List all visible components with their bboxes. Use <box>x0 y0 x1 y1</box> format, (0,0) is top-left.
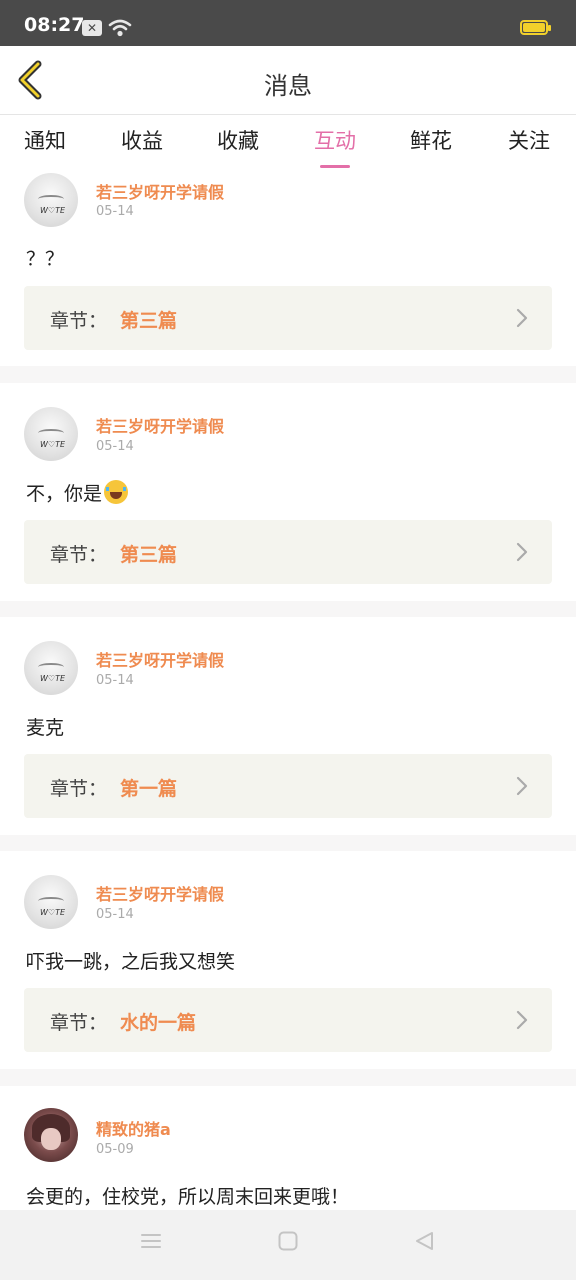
battery-icon <box>520 20 551 35</box>
tab-notifications[interactable]: 通知 <box>24 125 66 155</box>
chapter-title: 第三篇 <box>120 544 178 566</box>
username[interactable]: 若三岁呀开学请假 <box>96 647 224 671</box>
message-date: 05-14 <box>96 204 134 219</box>
chapter-link[interactable]: 章节： 水的一篇 <box>24 988 552 1052</box>
chapter-label: 章节： <box>50 778 108 800</box>
chapter-label: 章节： <box>50 1012 108 1034</box>
chapter-title: 第三篇 <box>120 310 178 332</box>
app-header: 消息 <box>0 46 576 115</box>
system-navigation-bar <box>0 1210 576 1280</box>
chapter-title: 水的一篇 <box>120 1012 197 1034</box>
username[interactable]: 若三岁呀开学请假 <box>96 881 224 905</box>
message-content: ？？ <box>26 248 65 270</box>
status-bar: 08:27 ✕ <box>0 0 576 46</box>
chapter-link[interactable]: 章节： 第一篇 <box>24 754 552 818</box>
chapter-label: 章节： <box>50 310 108 332</box>
tab-flowers[interactable]: 鲜花 <box>410 125 452 155</box>
tab-bar: 通知 收益 收藏 互动 鲜花 关注 <box>0 115 576 171</box>
tab-following[interactable]: 关注 <box>508 125 550 155</box>
chapter-label: 章节： <box>50 544 108 566</box>
avatar[interactable] <box>24 1108 78 1162</box>
message-date: 05-14 <box>96 907 134 922</box>
active-tab-indicator <box>320 165 350 168</box>
username[interactable]: 精致的猪a <box>96 1116 171 1140</box>
chapter-title: 第一篇 <box>120 778 178 800</box>
message-content: 不，你是 <box>26 479 129 506</box>
username[interactable]: 若三岁呀开学请假 <box>96 413 224 437</box>
avatar[interactable]: W♡TE <box>24 407 78 461</box>
chevron-right-icon <box>516 1010 528 1030</box>
message-content: 会更的，住校党，所以周末回来更哦！ <box>26 1186 350 1208</box>
avatar[interactable]: W♡TE <box>24 875 78 929</box>
chapter-link[interactable]: 章节： 第三篇 <box>24 286 552 350</box>
back-triangle-icon[interactable] <box>413 1230 435 1252</box>
avatar[interactable]: W♡TE <box>24 173 78 227</box>
chevron-right-icon <box>516 308 528 328</box>
message-card: W♡TE 若三岁呀开学请假 05-14 不，你是 章节： 第三篇 <box>0 383 576 601</box>
username[interactable]: 若三岁呀开学请假 <box>96 179 224 203</box>
message-content: 吓我一跳，之后我又想笑 <box>26 951 236 973</box>
no-sim-icon: ✕ <box>82 20 102 36</box>
home-icon[interactable] <box>277 1230 299 1252</box>
tab-earnings[interactable]: 收益 <box>121 125 163 155</box>
message-card: W♡TE 若三岁呀开学请假 05-14 ？？ 章节： 第三篇 <box>0 171 576 366</box>
chevron-right-icon <box>516 776 528 796</box>
chapter-link[interactable]: 章节： 第三篇 <box>24 520 552 584</box>
tab-favorites[interactable]: 收藏 <box>217 125 259 155</box>
chevron-right-icon <box>516 542 528 562</box>
page-title: 消息 <box>264 72 312 100</box>
message-date: 05-14 <box>96 673 134 688</box>
message-date: 05-14 <box>96 439 134 454</box>
wifi-icon <box>108 18 132 42</box>
laughing-crying-emoji-icon <box>104 480 129 504</box>
message-content: 麦克 <box>26 717 65 739</box>
message-card: W♡TE 若三岁呀开学请假 05-14 吓我一跳，之后我又想笑 章节： 水的一篇 <box>0 851 576 1069</box>
menu-icon[interactable] <box>140 1230 162 1252</box>
message-date: 05-09 <box>96 1142 134 1157</box>
avatar[interactable]: W♡TE <box>24 641 78 695</box>
status-time: 08:27 <box>24 14 85 36</box>
message-card: 精致的猪a 05-09 会更的，住校党，所以周末回来更哦！ <box>0 1086 576 1210</box>
message-card: W♡TE 若三岁呀开学请假 05-14 麦克 章节： 第一篇 <box>0 617 576 835</box>
tab-interactions[interactable]: 互动 <box>314 125 356 168</box>
